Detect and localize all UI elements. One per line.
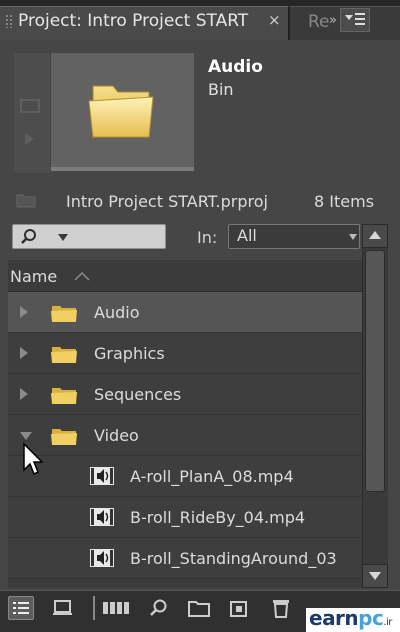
watermark-logo: earnpc.ir (309, 606, 392, 630)
bin-label: Graphics (94, 344, 165, 363)
search-options-chevron-icon[interactable] (58, 234, 68, 241)
disclosure-closed-icon[interactable] (20, 347, 28, 359)
scrollbar-thumb[interactable] (365, 250, 385, 492)
folder-icon (50, 303, 78, 323)
watermark-brand-b: pc (358, 606, 384, 630)
toolbar-separator (93, 596, 95, 620)
bin-label: Video (94, 426, 139, 445)
tab-grip-icon[interactable] (5, 14, 13, 28)
sort-ascending-icon[interactable] (74, 271, 90, 281)
column-header-name[interactable] (8, 260, 362, 292)
poster-frame-icon[interactable] (20, 99, 40, 113)
parent-folder-icon[interactable] (16, 192, 36, 208)
arrow-up-icon (369, 231, 381, 239)
clip-label: B-roll_StandingAround_03 (130, 549, 337, 568)
mouse-cursor-icon (23, 442, 44, 476)
close-icon[interactable]: × (268, 11, 281, 29)
column-name-label[interactable]: Name (10, 267, 57, 286)
audio-video-clip-icon (88, 547, 116, 569)
bin-row[interactable]: Sequences (8, 374, 362, 415)
find-icon[interactable] (146, 596, 172, 620)
project-file-name: Intro Project START.prproj (66, 192, 268, 211)
icon-view-icon[interactable] (50, 596, 76, 620)
disclosure-closed-icon[interactable] (20, 388, 28, 400)
chevron-down-icon[interactable] (349, 234, 357, 240)
menu-lines-icon (355, 13, 365, 25)
bin-row[interactable]: Video (8, 415, 362, 456)
play-icon[interactable] (25, 133, 34, 145)
folder-icon (50, 426, 78, 446)
folder-large-icon (88, 85, 154, 138)
audio-video-clip-icon (88, 465, 116, 487)
in-select-value[interactable]: All (237, 226, 257, 245)
preview-thumbnail (51, 53, 194, 171)
in-label: In: (197, 228, 218, 247)
clip-row[interactable]: A-roll_PlanA_08.mp4 (8, 456, 362, 497)
folder-icon (50, 385, 78, 405)
clip-label: A-roll_PlanA_08.mp4 (130, 467, 294, 486)
new-bin-icon[interactable] (186, 596, 212, 620)
disclosure-closed-icon[interactable] (20, 306, 28, 318)
preview-bin-name: Audio (208, 57, 263, 77)
tab-overflow-icon[interactable]: » (329, 13, 337, 28)
list-view-icon[interactable] (8, 596, 34, 620)
bin-row[interactable]: Graphics (8, 333, 362, 374)
clip-label: B-roll_RideBy_04.mp4 (130, 508, 306, 527)
automate-to-sequence-icon[interactable] (100, 596, 132, 620)
preview-bin-type: Bin (208, 80, 234, 99)
bin-label: Audio (94, 303, 140, 322)
watermark-suffix: .ir (383, 617, 392, 628)
bin-row[interactable]: Audio (8, 292, 362, 333)
tab-inactive-label[interactable]: Re (308, 12, 330, 32)
chevron-down-icon (345, 15, 353, 20)
clear-icon[interactable] (268, 596, 294, 620)
tab-project-label[interactable]: Project: Intro Project START (18, 11, 248, 31)
search-icon[interactable] (20, 228, 38, 246)
clip-row[interactable]: B-roll_RideBy_04.mp4 (8, 497, 362, 538)
folder-icon (50, 344, 78, 364)
watermark-brand-a: earn (309, 606, 359, 630)
item-count: 8 Items (314, 192, 375, 211)
audio-video-clip-icon (88, 506, 116, 528)
preview-controls (14, 53, 50, 173)
new-item-icon[interactable] (226, 596, 252, 620)
arrow-down-icon (369, 572, 381, 580)
bin-label: Sequences (94, 385, 182, 404)
disclosure-open-icon[interactable] (20, 432, 32, 440)
clip-row[interactable]: B-roll_StandingAround_03 (8, 538, 362, 579)
